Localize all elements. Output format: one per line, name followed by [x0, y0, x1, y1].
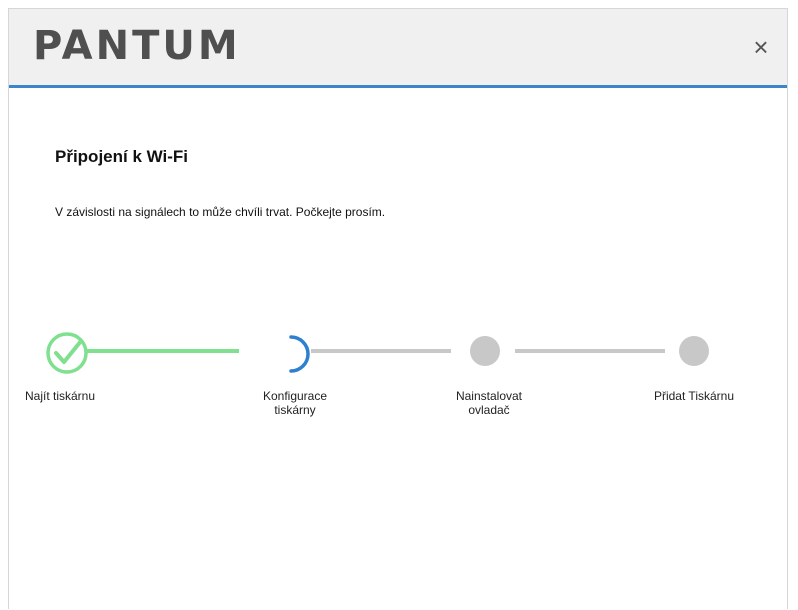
step-3-label-line1: Nainstalovat	[455, 389, 523, 403]
step-1-label-line1: Najít tiskárnu	[25, 389, 96, 403]
step-3-label: Nainstalovat ovladač	[439, 389, 539, 417]
step-3-dot	[470, 336, 500, 366]
connector-1-2	[69, 349, 239, 353]
progress-stepper: Najít tiskárnu Konfigurace tiskárny Nain…	[9, 9, 787, 609]
step-4-label: Přidat Tiskárnu	[639, 389, 749, 403]
step-2-label-line1: Konfigurace	[262, 389, 328, 403]
step-4-dot	[679, 336, 709, 366]
step-1-check-icon	[45, 331, 89, 375]
installer-window: PANTUM × Připojení k Wi-Fi V závislosti …	[8, 8, 788, 609]
step-2-label: Konfigurace tiskárny	[245, 389, 345, 417]
step-2-label-line2: tiskárny	[274, 403, 316, 417]
connector-3-4	[515, 349, 665, 353]
connector-2-3	[311, 349, 451, 353]
step-2-spinner-icon	[271, 331, 315, 375]
step-3-label-line2: ovladač	[468, 403, 510, 417]
step-4-label-line1: Přidat Tiskárnu	[653, 389, 735, 403]
step-1-label: Najít tiskárnu	[25, 389, 115, 403]
